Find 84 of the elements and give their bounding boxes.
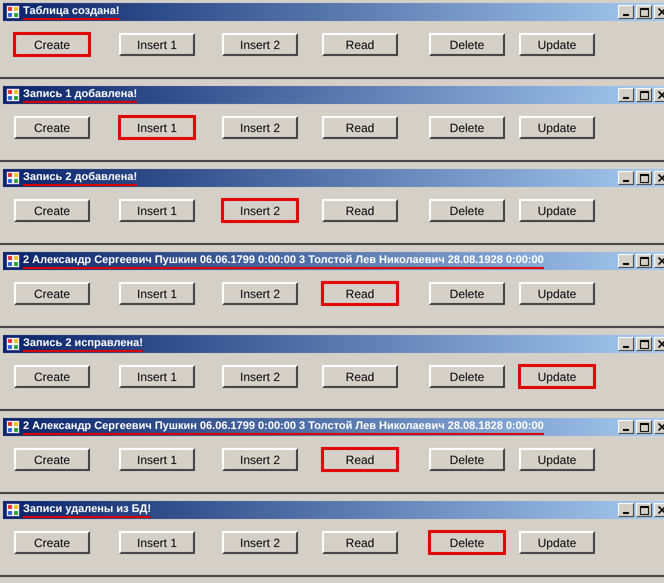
close-icon xyxy=(658,257,664,265)
action-button[interactable]: Read xyxy=(322,33,398,56)
action-button[interactable]: Update xyxy=(519,199,595,222)
app-icon xyxy=(6,171,20,185)
maximize-icon xyxy=(640,340,648,348)
window-title: Запись 1 добавлена! xyxy=(23,88,138,102)
maximize-button[interactable] xyxy=(636,88,652,102)
action-button[interactable]: Insert 2 xyxy=(222,448,298,471)
minimize-button[interactable] xyxy=(618,88,634,102)
action-button[interactable]: Insert 1 xyxy=(119,531,195,554)
maximize-button[interactable] xyxy=(636,5,652,19)
action-button[interactable]: Read xyxy=(322,531,398,554)
action-button[interactable]: Insert 2 xyxy=(222,33,298,56)
action-button[interactable]: Update xyxy=(519,282,595,305)
action-button[interactable]: Create xyxy=(14,282,90,305)
window-title: Запись 2 исправлена! xyxy=(23,336,143,352)
action-button[interactable]: Update xyxy=(519,531,595,554)
close-icon xyxy=(658,506,664,514)
maximize-icon xyxy=(640,90,648,100)
window-title: Записи удалены из БД! xyxy=(23,502,152,518)
maximize-button[interactable] xyxy=(636,254,652,268)
action-button[interactable]: Update xyxy=(519,116,595,139)
action-button[interactable]: Insert 2 xyxy=(222,365,298,388)
window-title: 2 Александр Сергеевич Пушкин 06.06.1799 0:00:00 3 Толстой Лев Николаевич 28.08.1928 0:00:00 xyxy=(23,254,544,268)
action-button[interactable]: Delete xyxy=(429,365,505,388)
action-button[interactable]: Insert 2 xyxy=(222,531,298,554)
maximize-button[interactable] xyxy=(636,171,652,185)
action-button[interactable]: Delete xyxy=(429,531,505,554)
action-button[interactable]: Insert 1 xyxy=(119,33,195,56)
action-button[interactable]: Update xyxy=(519,33,595,56)
app-icon xyxy=(6,503,20,517)
action-button[interactable]: Read xyxy=(322,448,398,471)
action-button[interactable]: Insert 1 xyxy=(119,282,195,305)
action-button[interactable]: Update xyxy=(519,365,595,388)
action-button[interactable]: Read xyxy=(322,199,398,222)
maximize-button[interactable] xyxy=(636,337,652,351)
action-button[interactable]: Insert 1 xyxy=(119,365,195,388)
action-button[interactable]: Create xyxy=(14,199,90,222)
action-button[interactable]: Delete xyxy=(429,116,505,139)
action-button[interactable]: Delete xyxy=(429,199,505,222)
action-button[interactable]: Update xyxy=(519,448,595,471)
action-button[interactable]: Create xyxy=(14,531,90,554)
action-button[interactable]: Insert 1 xyxy=(119,116,195,139)
action-button[interactable]: Delete xyxy=(429,448,505,471)
maximize-icon xyxy=(640,174,648,182)
window-title: Запись 2 добавлена! xyxy=(23,170,138,186)
action-button[interactable]: Insert 1 xyxy=(119,199,195,222)
maximize-button[interactable] xyxy=(636,420,652,434)
maximize-icon xyxy=(640,506,648,514)
maximize-icon xyxy=(640,256,648,266)
action-button[interactable]: Insert 1 xyxy=(119,448,195,471)
action-button[interactable]: Read xyxy=(322,282,398,305)
app-icon xyxy=(6,254,20,268)
minimize-button[interactable] xyxy=(618,503,634,517)
action-button[interactable]: Read xyxy=(322,365,398,388)
maximize-icon xyxy=(640,422,648,432)
window-title: 2 Александр Сергеевич Пушкин 06.06.1799 0:00:00 3 Толстой Лев Николаевич 28.08.1828 0:00:00 xyxy=(23,420,544,434)
close-icon xyxy=(658,174,664,182)
action-button[interactable]: Delete xyxy=(429,282,505,305)
close-icon xyxy=(658,340,664,348)
app-icon xyxy=(6,88,20,102)
action-button[interactable]: Insert 2 xyxy=(222,282,298,305)
action-button[interactable]: Create xyxy=(14,448,90,471)
window-title: Таблица создана! xyxy=(23,4,120,20)
action-button[interactable]: Delete xyxy=(429,33,505,56)
minimize-button[interactable] xyxy=(618,5,634,19)
minimize-button[interactable] xyxy=(618,420,634,434)
close-icon xyxy=(658,91,664,99)
action-button[interactable]: Read xyxy=(322,116,398,139)
action-button[interactable]: Insert 2 xyxy=(222,199,298,222)
app-icon xyxy=(6,5,20,19)
close-icon xyxy=(658,8,664,16)
action-button[interactable]: Create xyxy=(14,365,90,388)
minimize-button[interactable] xyxy=(618,171,634,185)
close-icon xyxy=(658,423,664,431)
app-icon xyxy=(6,420,20,434)
minimize-button[interactable] xyxy=(618,254,634,268)
action-button[interactable]: Create xyxy=(14,33,90,56)
action-button[interactable]: Create xyxy=(14,116,90,139)
maximize-icon xyxy=(640,8,648,16)
app-icon xyxy=(6,337,20,351)
minimize-button[interactable] xyxy=(618,337,634,351)
action-button[interactable]: Insert 2 xyxy=(222,116,298,139)
maximize-button[interactable] xyxy=(636,503,652,517)
